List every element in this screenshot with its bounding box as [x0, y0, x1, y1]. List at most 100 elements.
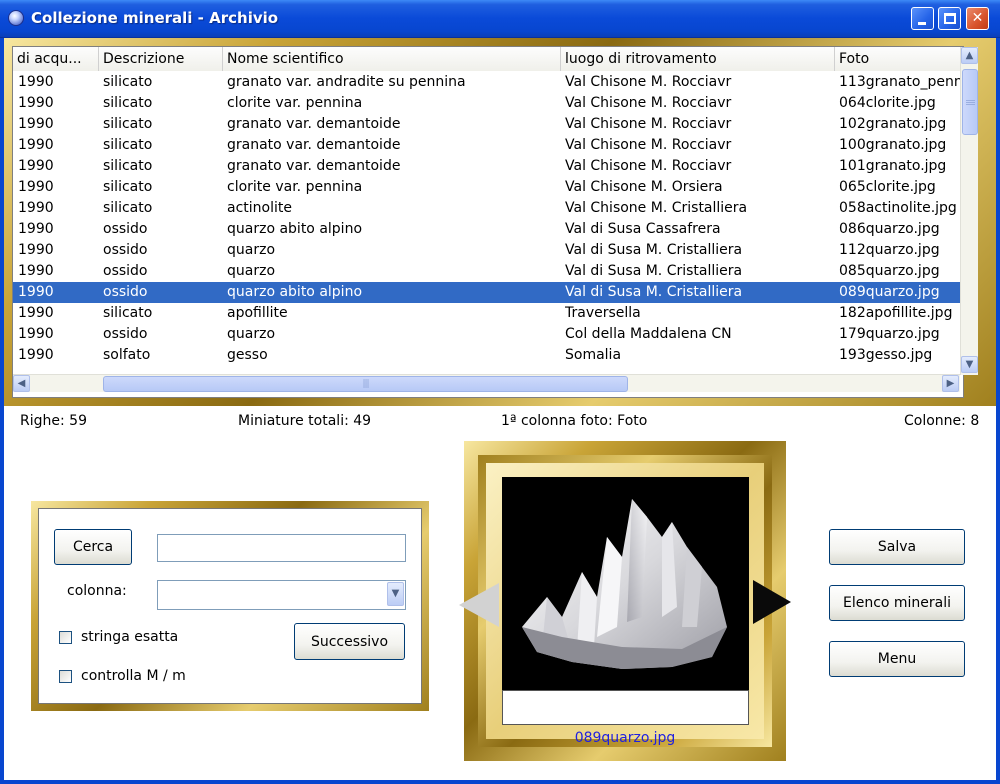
table-row[interactable]: 1990 silicato granato var. demantoide Val C… [13, 135, 963, 156]
table-cell: 1990 [18, 347, 54, 363]
vertical-scroll-thumb[interactable]: ||| [962, 69, 978, 135]
search-input[interactable] [157, 534, 406, 562]
table-cell: Val Chisone M. Cristalliera [565, 200, 748, 216]
table-cell: silicato [103, 158, 153, 174]
table-cell: quarzo [227, 326, 276, 342]
horizontal-scroll-thumb[interactable]: ||| [103, 376, 628, 392]
columns-count: Colonne: 8 [904, 413, 980, 429]
table-cell: Val Chisone M. Rocciavr [565, 116, 732, 132]
table-cell: Val Chisone M. Rocciavr [565, 95, 732, 111]
table-cell: 1990 [18, 95, 54, 111]
table-cell: ossido [103, 221, 148, 237]
photo-column-info: 1ª colonna foto: Foto [501, 413, 648, 429]
table-row[interactable]: 1990 silicato granato var. demantoide Val C… [13, 156, 963, 177]
table-cell: Val di Susa Cassafrera [565, 221, 721, 237]
table-cell: quarzo abito alpino [227, 221, 363, 237]
find-button[interactable]: Cerca [54, 529, 132, 565]
table-cell: Val Chisone M. Orsiera [565, 179, 723, 195]
title-bar[interactable]: Collezione minerali - Archivio ✕ [0, 0, 1000, 38]
column-header-luogo[interactable]: luogo di ritrovamento [561, 47, 835, 71]
column-header-nome-scientifico[interactable]: Nome scientifico [223, 47, 561, 71]
table-row[interactable]: 1990 ossido quarzo Col della Maddalena CN 17… [13, 324, 963, 345]
column-header-foto[interactable]: Foto [835, 47, 963, 71]
table-cell: quarzo [227, 263, 276, 279]
save-button[interactable]: Salva [829, 529, 965, 565]
maximize-button[interactable] [938, 7, 961, 30]
table-cell: quarzo abito alpino [227, 284, 363, 300]
mineral-photo [502, 477, 749, 690]
table-cell: 113granato_penn [839, 74, 963, 90]
table-cell: granato var. demantoide [227, 116, 401, 132]
scroll-down-icon[interactable]: ▼ [961, 356, 978, 373]
table-cell: 1990 [18, 263, 54, 279]
column-header-descrizione[interactable]: Descrizione [99, 47, 223, 71]
table-row[interactable]: 1990 silicato granato var. andradite su pe… [13, 72, 963, 93]
table-cell: Val Chisone M. Rocciavr [565, 158, 732, 174]
table-cell: solfato [103, 347, 151, 363]
table-cell: quarzo [227, 242, 276, 258]
table-cell: Val Chisone M. Rocciavr [565, 137, 732, 153]
data-grid[interactable]: di acqu... Descrizione Nome scientifico … [12, 46, 964, 398]
table-cell: silicato [103, 95, 153, 111]
table-row[interactable]: 1990 ossido quarzo abito alpino Val di Susa… [13, 219, 963, 240]
window-frame-bottom [0, 780, 1000, 784]
vertical-scrollbar[interactable]: ▲ ||| ▼ [960, 47, 978, 375]
table-cell: ossido [103, 242, 148, 258]
table-cell: silicato [103, 200, 153, 216]
table-cell: 086quarzo.jpg [839, 221, 940, 237]
app-icon[interactable] [8, 10, 24, 26]
photo-filename[interactable]: 089quarzo.jpg [464, 730, 786, 746]
table-cell: Val Chisone M. Rocciavr [565, 74, 732, 90]
table-cell: clorite var. pennina [227, 179, 363, 195]
match-case-label: controlla M / m [81, 668, 186, 684]
horizontal-scrollbar[interactable]: ◀ ||| ▶ [13, 374, 960, 392]
table-cell: Val di Susa M. Cristalliera [565, 263, 743, 279]
table-cell: 1990 [18, 284, 54, 300]
thumbnails-count: Miniature totali: 49 [238, 413, 372, 429]
table-cell: Traversella [565, 305, 641, 321]
table-cell: ossido [103, 284, 148, 300]
scroll-left-icon[interactable]: ◀ [13, 375, 30, 392]
chevron-down-icon[interactable]: ▼ [387, 582, 404, 606]
table-row[interactable]: 1990 ossido quarzo Val di Susa M. Cristalli… [13, 240, 963, 261]
table-cell: 1990 [18, 242, 54, 258]
next-button[interactable]: Successivo [294, 623, 405, 660]
table-cell: ossido [103, 326, 148, 342]
table-cell: 1990 [18, 326, 54, 342]
table-row[interactable]: 1990 ossido quarzo abito alpino Val di Susa… [13, 282, 963, 303]
table-cell: silicato [103, 116, 153, 132]
table-row[interactable]: 1990 silicato clorite var. pennina Val Chis… [13, 93, 963, 114]
menu-button[interactable]: Menu [829, 641, 965, 677]
column-label: colonna: [67, 583, 127, 599]
window-title: Collezione minerali - Archivio [31, 9, 279, 27]
table-cell: ossido [103, 263, 148, 279]
rows-count: Righe: 59 [20, 413, 87, 429]
scroll-right-icon[interactable]: ▶ [942, 375, 959, 392]
table-row[interactable]: 1990 solfato gesso Somalia 193gesso.jpg [13, 345, 963, 366]
table-row[interactable]: 1990 silicato apofillite Traversella 182apof… [13, 303, 963, 324]
table-row[interactable]: 1990 silicato clorite var. pennina Val Chis… [13, 177, 963, 198]
table-cell: silicato [103, 179, 153, 195]
table-row[interactable]: 1990 ossido quarzo Val di Susa M. Cristalli… [13, 261, 963, 282]
table-cell: 065clorite.jpg [839, 179, 936, 195]
table-cell: apofillite [227, 305, 288, 321]
table-row[interactable]: 1990 silicato actinolite Val Chisone M. Cri… [13, 198, 963, 219]
quartz-crystal-image [522, 499, 727, 669]
scroll-up-icon[interactable]: ▲ [961, 47, 978, 64]
table-cell: granato var. andradite su pennina [227, 74, 466, 90]
previous-photo-arrow-icon[interactable] [459, 583, 499, 627]
next-photo-arrow-icon[interactable] [753, 580, 791, 624]
table-row[interactable]: 1990 silicato granato var. demantoide Val C… [13, 114, 963, 135]
column-select[interactable]: ▼ [157, 580, 406, 610]
table-cell: 085quarzo.jpg [839, 263, 940, 279]
exact-string-checkbox[interactable] [59, 631, 72, 644]
column-header-data-acquisto[interactable]: di acqu... [13, 47, 99, 71]
table-cell: 1990 [18, 179, 54, 195]
table-cell: granato var. demantoide [227, 137, 401, 153]
mineral-list-button[interactable]: Elenco minerali [829, 585, 965, 621]
table-cell: 101granato.jpg [839, 158, 947, 174]
table-cell: 058actinolite.jpg [839, 200, 957, 216]
minimize-button[interactable] [911, 7, 934, 30]
match-case-checkbox[interactable] [59, 670, 72, 683]
close-button[interactable]: ✕ [966, 7, 989, 30]
